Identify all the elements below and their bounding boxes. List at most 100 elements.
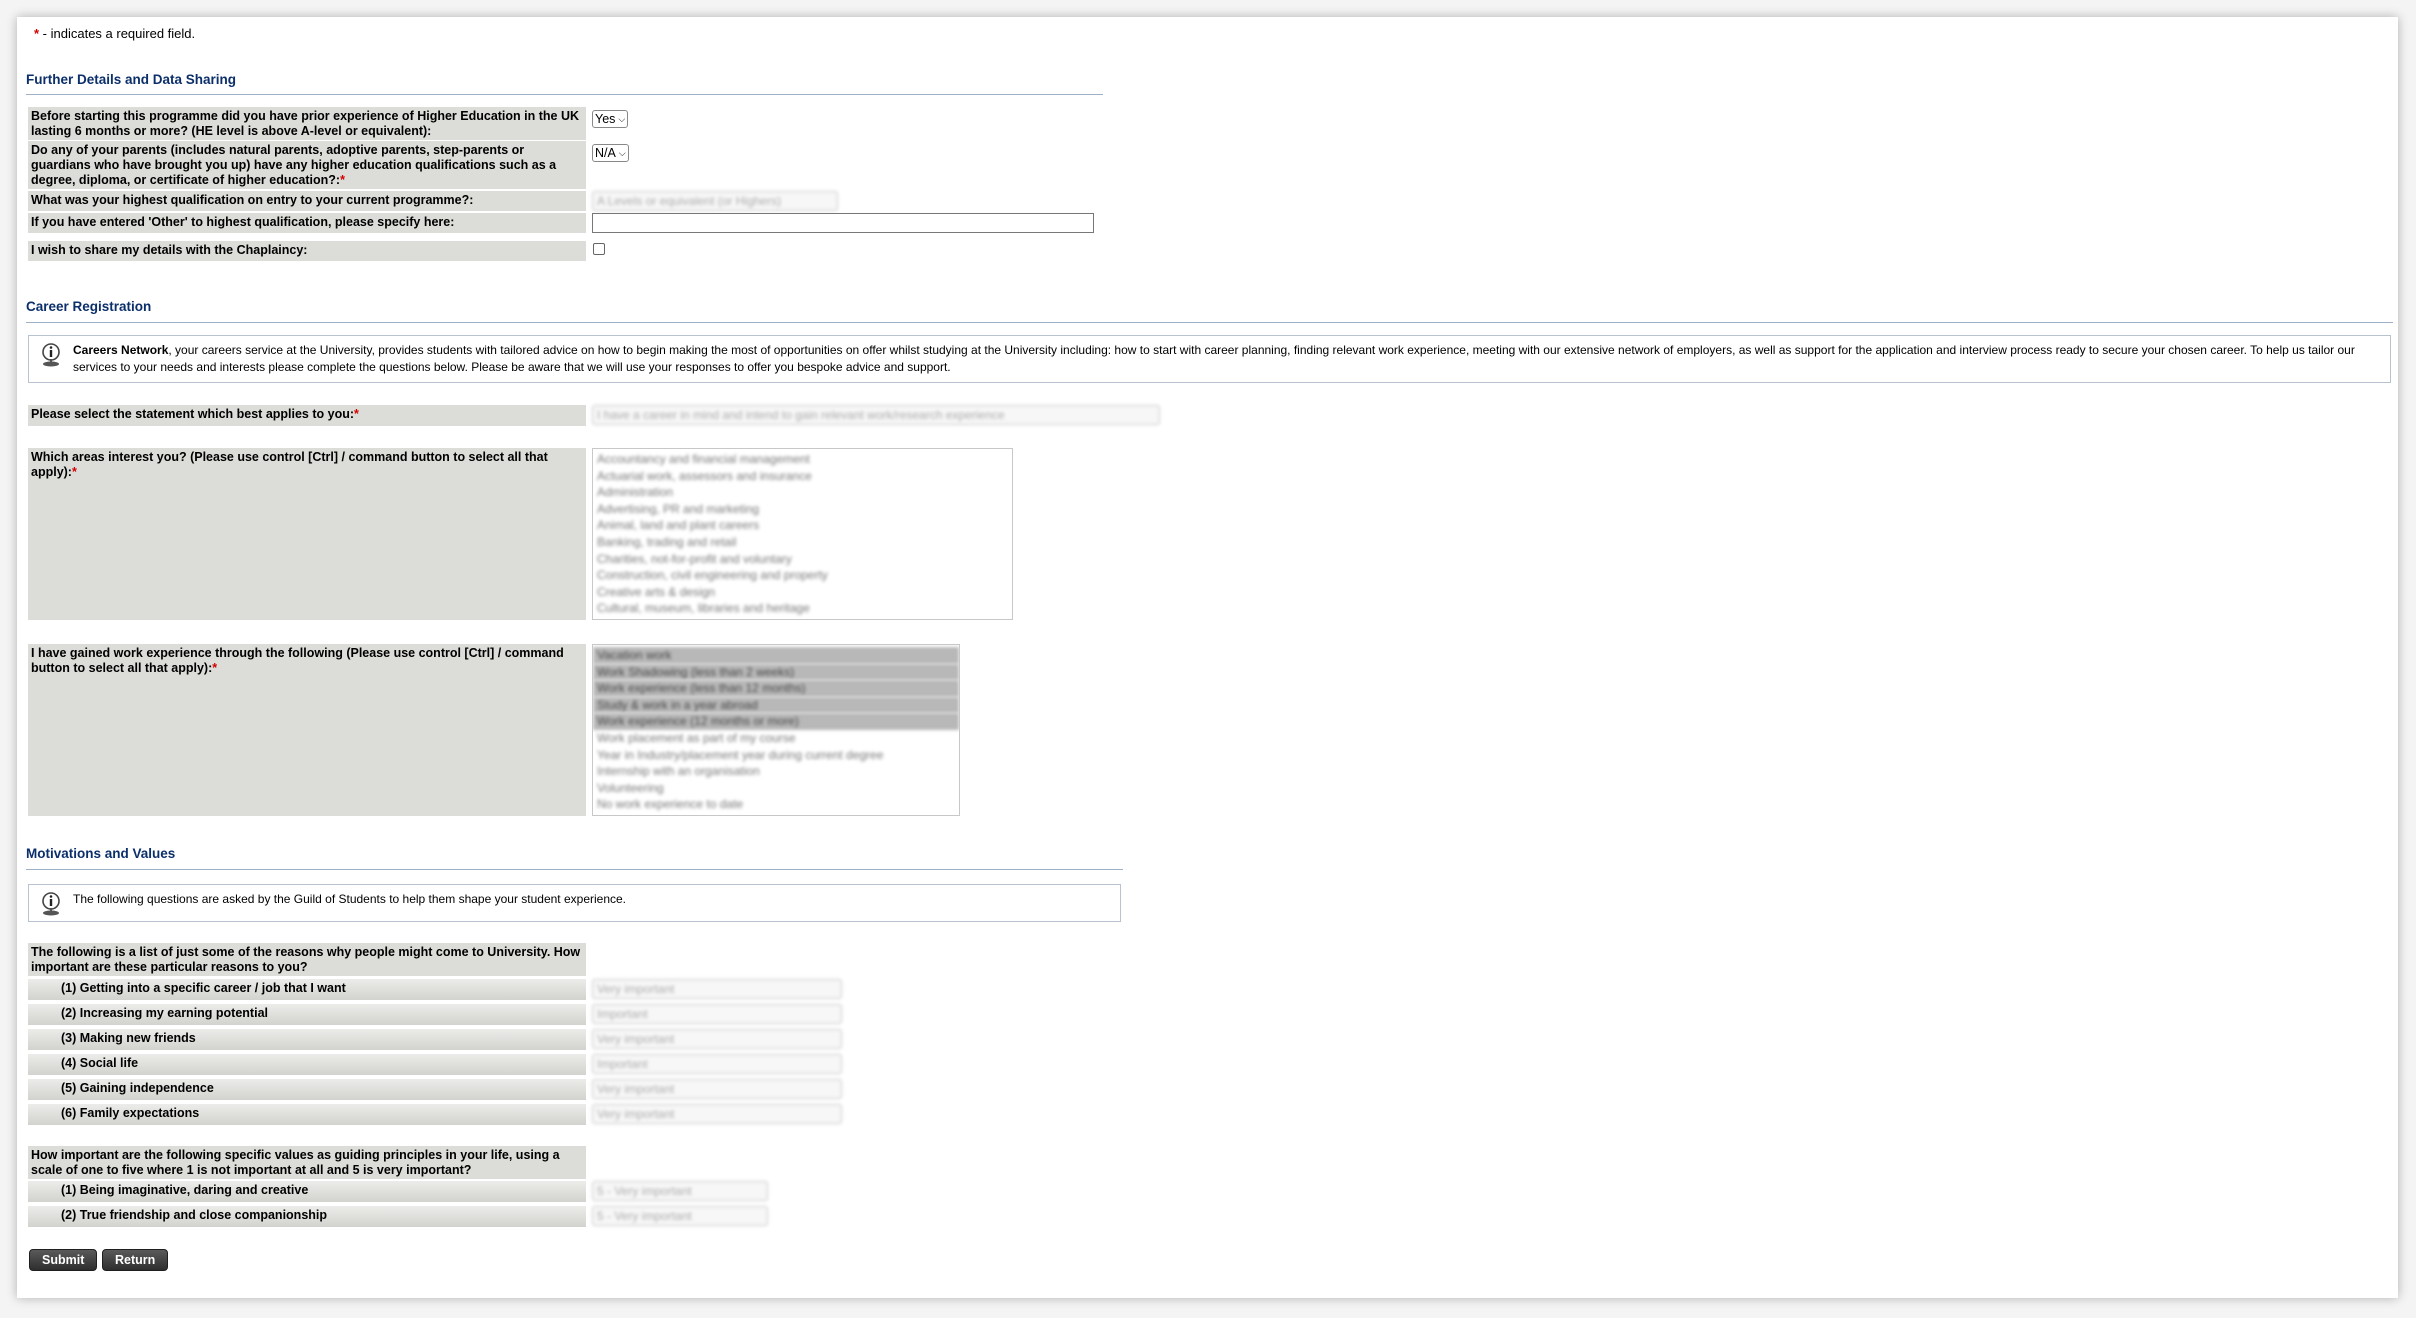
listbox-option[interactable]: Internship with an organisation bbox=[597, 763, 955, 780]
importance-field: Very important bbox=[592, 1104, 842, 1124]
info-icon bbox=[42, 892, 60, 916]
career-statement-label: Please select the statement which best a… bbox=[28, 405, 586, 426]
importance-item-label: (2) True friendship and close companions… bbox=[28, 1206, 586, 1227]
importance-field: Very important bbox=[592, 1079, 842, 1099]
info-icon bbox=[42, 343, 60, 367]
listbox-option[interactable]: No work experience to date bbox=[597, 796, 955, 813]
career-statement-select[interactable]: I have a career in mind and intend to ga… bbox=[592, 405, 1160, 425]
section-divider bbox=[26, 94, 1103, 95]
importance-select[interactable]: Very important bbox=[592, 1029, 842, 1049]
listbox-option[interactable]: Animal, land and plant careers bbox=[597, 517, 1008, 534]
listbox-option[interactable]: Administration bbox=[597, 484, 1008, 501]
listbox-option[interactable]: Charities, not-for-profit and voluntary bbox=[597, 551, 1008, 568]
prior-he-label: Before starting this programme did you h… bbox=[28, 107, 586, 140]
importance-select[interactable]: Very important bbox=[592, 1104, 842, 1124]
chaplaincy-field bbox=[593, 243, 605, 255]
importance-select[interactable]: 5 - Very important bbox=[592, 1206, 768, 1226]
importance-select[interactable]: Very important bbox=[592, 979, 842, 999]
required-star: * bbox=[71, 465, 77, 479]
work-experience-label-text: I have gained work experience through th… bbox=[31, 646, 564, 675]
listbox-option[interactable]: Creative arts & design bbox=[597, 584, 1008, 601]
highest-qual-label: What was your highest qualification on e… bbox=[28, 191, 586, 211]
section-title-motivations: Motivations and Values bbox=[26, 846, 176, 861]
highest-qual-select[interactable]: A Levels or equivalent (or Highers) bbox=[592, 191, 838, 211]
chaplaincy-label: I wish to share my details with the Chap… bbox=[28, 241, 586, 261]
importance-field: Very important bbox=[592, 1029, 842, 1049]
section-divider bbox=[26, 322, 2393, 323]
highest-qual-field: A Levels or equivalent (or Highers) bbox=[592, 191, 838, 211]
listbox-option[interactable]: Advertising, PR and marketing bbox=[597, 501, 1008, 518]
careers-info-text: , your careers service at the University… bbox=[73, 343, 2355, 374]
importance-item-label: (6) Family expectations bbox=[28, 1104, 586, 1125]
prior-he-select[interactable]: Yes ⌵ bbox=[592, 110, 629, 128]
values-header-label: How important are the following specific… bbox=[28, 1146, 586, 1179]
form-page: * - indicates a required field. Further … bbox=[17, 17, 2398, 1298]
importance-field: Important bbox=[592, 1004, 842, 1024]
chaplaincy-checkbox[interactable] bbox=[593, 243, 605, 255]
listbox-option[interactable]: Actuarial work, assessors and insurance bbox=[597, 468, 1008, 485]
career-statement-label-text: Please select the statement which best a… bbox=[31, 407, 355, 421]
work-experience-label: I have gained work experience through th… bbox=[28, 644, 586, 816]
importance-item-label: (1) Getting into a specific career / job… bbox=[28, 979, 586, 1000]
section-divider bbox=[26, 869, 1123, 870]
chevron-down-icon: ⌵ bbox=[618, 147, 626, 158]
parents-he-label-text: Do any of your parents (includes natural… bbox=[31, 143, 557, 187]
parents-he-select[interactable]: N/A ⌵ bbox=[592, 144, 629, 162]
importance-select[interactable]: Important bbox=[592, 1004, 842, 1024]
importance-field: Very important bbox=[592, 979, 842, 999]
listbox-option[interactable]: Volunteering bbox=[597, 780, 955, 797]
motivations-info-box: The following questions are asked by the… bbox=[28, 884, 1121, 922]
listbox-option[interactable]: Work experience (12 months or more) bbox=[593, 713, 959, 730]
required-star: * bbox=[340, 173, 345, 187]
parents-he-field: N/A ⌵ bbox=[592, 144, 629, 162]
prior-he-value: Yes bbox=[595, 112, 616, 126]
submit-button[interactable]: Submit bbox=[29, 1249, 98, 1271]
importance-item-label: (4) Social life bbox=[28, 1054, 586, 1075]
importance-item-label: (2) Increasing my earning potential bbox=[28, 1004, 586, 1025]
listbox-option[interactable]: Vacation work bbox=[593, 647, 959, 664]
chevron-down-icon: ⌵ bbox=[618, 113, 626, 124]
listbox-option[interactable]: Construction, civil engineering and prop… bbox=[597, 567, 1008, 584]
return-button[interactable]: Return bbox=[102, 1249, 169, 1271]
parents-he-label: Do any of your parents (includes natural… bbox=[28, 141, 586, 189]
listbox-option[interactable]: Work Shadowing (less than 2 weeks) bbox=[593, 663, 959, 681]
motivations-info-text: The following questions are asked by the… bbox=[73, 892, 627, 906]
importance-select[interactable]: 5 - Very important bbox=[592, 1181, 768, 1201]
careers-network-name: Careers Network bbox=[73, 343, 169, 357]
other-qual-label: If you have entered 'Other' to highest q… bbox=[28, 213, 586, 233]
career-areas-label: Which areas interest you? (Please use co… bbox=[28, 448, 586, 620]
required-star: * bbox=[212, 661, 218, 675]
prior-he-field: Yes ⌵ bbox=[592, 110, 629, 128]
career-areas-listbox[interactable]: Accountancy and financial management Actu… bbox=[592, 448, 1013, 620]
careers-info-box: Careers Network, your careers service at… bbox=[28, 335, 2391, 383]
importance-item-label: (5) Gaining independence bbox=[28, 1079, 586, 1100]
other-qual-input[interactable] bbox=[592, 213, 1094, 233]
other-qual-field bbox=[592, 213, 1094, 233]
listbox-option[interactable]: Cultural, museum, libraries and heritage bbox=[597, 600, 1008, 617]
section-title-career-registration: Career Registration bbox=[26, 299, 152, 314]
parents-he-value: N/A bbox=[595, 146, 616, 160]
importance-item-label: (1) Being imaginative, daring and creati… bbox=[28, 1181, 586, 1202]
listbox-option[interactable]: Year in Industry/placement year during c… bbox=[597, 747, 955, 764]
listbox-option[interactable]: Work placement as part of my course bbox=[597, 730, 955, 747]
importance-select[interactable]: Very important bbox=[592, 1079, 842, 1099]
work-experience-listbox[interactable]: Vacation work Work Shadowing (less than 2… bbox=[592, 644, 960, 816]
reasons-header-label: The following is a list of just some of … bbox=[28, 943, 586, 976]
importance-select[interactable]: Important bbox=[592, 1054, 842, 1074]
career-statement-field: I have a career in mind and intend to ga… bbox=[592, 405, 1160, 425]
importance-item-label: (3) Making new friends bbox=[28, 1029, 586, 1050]
required-field-note: * - indicates a required field. bbox=[34, 26, 195, 41]
listbox-option[interactable]: Study & work in a year abroad bbox=[593, 696, 959, 714]
work-experience-field: Vacation work Work Shadowing (less than 2… bbox=[592, 644, 960, 816]
career-areas-field: Accountancy and financial management Actu… bbox=[592, 448, 1013, 620]
section-title-further-details: Further Details and Data Sharing bbox=[26, 72, 237, 87]
importance-field: 5 - Very important bbox=[592, 1181, 768, 1201]
importance-field: 5 - Very important bbox=[592, 1206, 768, 1226]
listbox-option[interactable]: Banking, trading and retail bbox=[597, 534, 1008, 551]
career-areas-label-text: Which areas interest you? (Please use co… bbox=[31, 450, 548, 479]
listbox-option[interactable]: Accountancy and financial management bbox=[597, 451, 1008, 468]
listbox-option[interactable]: Work experience (less than 12 months) bbox=[593, 680, 959, 697]
required-star: * bbox=[354, 407, 359, 421]
importance-field: Important bbox=[592, 1054, 842, 1074]
required-note-text: - indicates a required field. bbox=[39, 26, 196, 41]
